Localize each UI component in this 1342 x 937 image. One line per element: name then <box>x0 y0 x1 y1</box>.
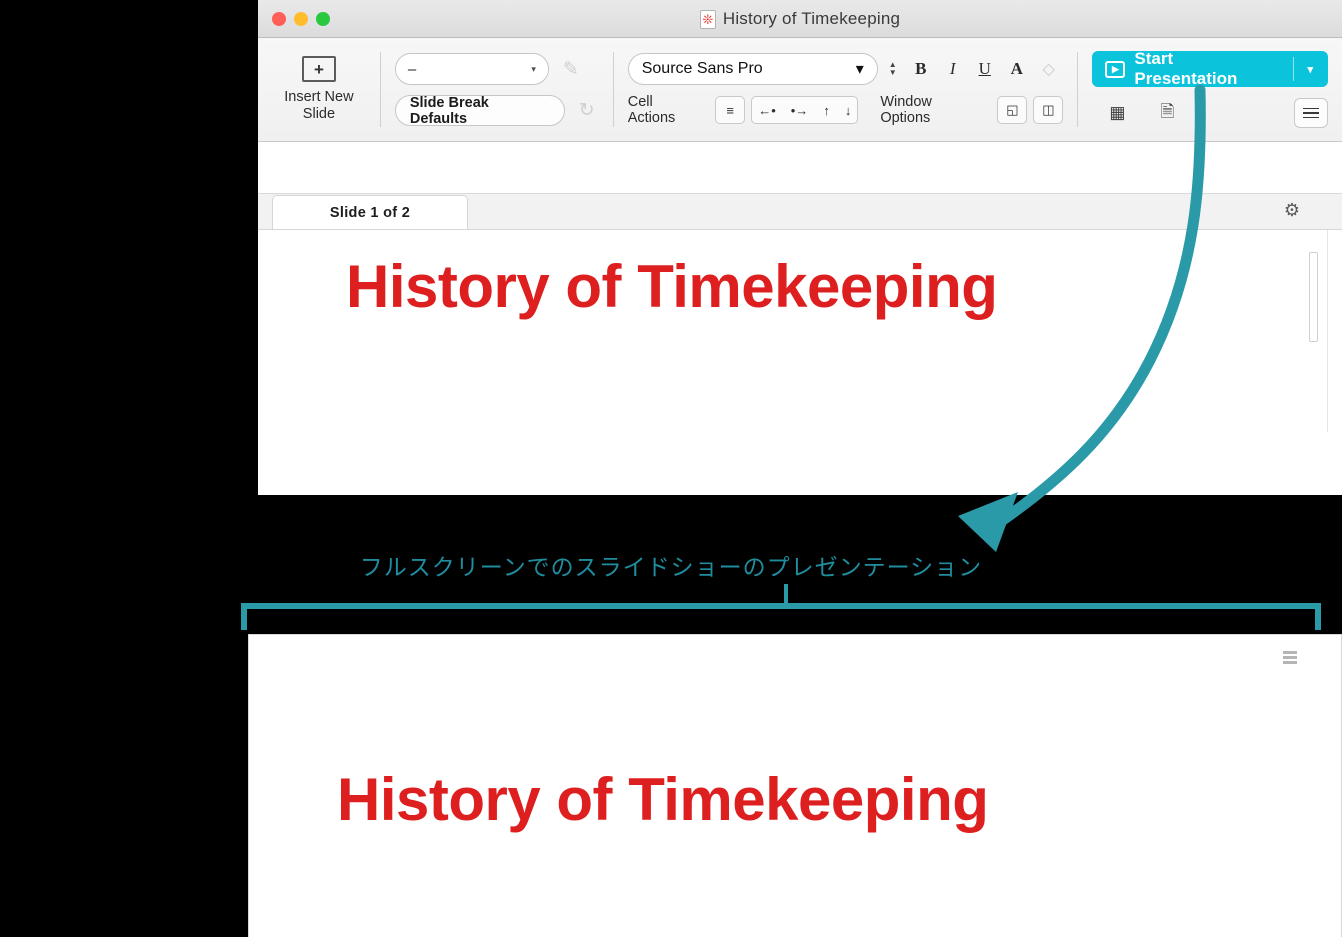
main-toolbar: + Insert New Slide – ▾ ✎ Slide Break Def… <box>258 38 1342 142</box>
slide-break-row-2: Slide Break Defaults ↻ <box>394 95 599 127</box>
canvas-scrollbar[interactable] <box>1327 230 1342 432</box>
hamburger-menu-icon[interactable] <box>1294 98 1329 128</box>
tab-slide-1[interactable]: Slide 1 of 2 <box>272 195 468 229</box>
move-up-icon[interactable]: ↑ <box>821 103 832 118</box>
fullscreen-expand-icon: ◱ <box>1006 102 1019 117</box>
move-left-icon[interactable]: ←• <box>756 103 778 118</box>
text-color-button[interactable]: A <box>1004 59 1030 79</box>
canvas-scrollbar-thumb[interactable] <box>1309 252 1318 342</box>
window-title: History of Timekeeping <box>722 9 901 28</box>
eraser-icon[interactable]: ◇ <box>1036 59 1062 79</box>
chevron-down-icon: ▾ <box>531 63 536 74</box>
document-flower-icon: ❊ <box>699 9 716 29</box>
chevron-down-icon: ▾ <box>855 61 864 78</box>
list-lines-icon[interactable] <box>1283 651 1297 664</box>
slide-break-row-1: – ▾ ✎ <box>394 53 599 85</box>
view-buttons-row: ▦ 🗎 <box>1092 98 1329 128</box>
style-pen-icon[interactable]: ✎ <box>559 60 583 79</box>
insert-new-slide-label: Insert New Slide <box>284 89 353 122</box>
formatting-group: Source Sans Pro ▾ ▲ ▼ B I U A ◇ Cell Acti… <box>614 38 1078 141</box>
move-down-icon[interactable]: ↓ <box>843 103 854 118</box>
formula-strip <box>258 142 1342 194</box>
annotation-caption: フルスクリーンでのスライドショーのプレゼンテーション <box>359 554 983 580</box>
fullscreen-expand-button[interactable]: ◱ <box>997 96 1028 124</box>
presentation-window: History of Timekeeping <box>248 634 1342 937</box>
notes-view-icon[interactable]: 🗎 <box>1142 99 1192 128</box>
underline-button[interactable]: U <box>972 59 998 79</box>
screenshot-stage: ❊ History of Timekeeping + Insert New Sl… <box>0 0 1342 937</box>
window-titlebar: ❊ History of Timekeeping <box>258 0 1342 38</box>
start-presentation-label: Start Presentation <box>1134 49 1238 88</box>
cell-actions-row: Cell Actions ≡ ←• •→ ↑ ↓ Window Options … <box>628 94 1064 126</box>
grid-view-icon[interactable]: ▦ <box>1092 103 1142 123</box>
gear-icon[interactable]: ⚙ <box>1284 200 1300 221</box>
font-size-stepper[interactable]: ▲ ▼ <box>884 61 902 77</box>
cell-actions-label: Cell Actions <box>627 94 676 126</box>
insert-new-slide-button[interactable]: + Insert New Slide <box>258 38 380 141</box>
refresh-circle-icon[interactable]: ↻ <box>575 101 599 120</box>
font-row: Source Sans Pro ▾ ▲ ▼ B I U A ◇ <box>627 53 1064 85</box>
slide-canvas[interactable]: History of Timekeeping <box>258 230 1342 432</box>
window-options-label: Window Options <box>880 94 932 126</box>
presentation-group: ▶ Start Presentation ▾ ▦ 🗎 <box>1078 38 1342 141</box>
bold-button[interactable]: B <box>908 59 934 79</box>
cell-move-group: ←• •→ ↑ ↓ <box>751 96 859 124</box>
slide-break-defaults-button[interactable]: Slide Break Defaults <box>394 95 565 127</box>
slide-break-group: – ▾ ✎ Slide Break Defaults ↻ <box>381 38 613 141</box>
start-presentation-dropdown[interactable]: ▾ <box>1294 63 1326 76</box>
split-pane-icon: ◫ <box>1042 102 1055 117</box>
editor-window: ❊ History of Timekeeping + Insert New Sl… <box>258 0 1342 495</box>
italic-button[interactable]: I <box>940 59 966 79</box>
play-icon: ▶ <box>1105 60 1126 78</box>
slide-break-dropdown[interactable]: – ▾ <box>394 53 549 85</box>
move-right-icon[interactable]: •→ <box>789 103 811 118</box>
window-title-group: ❊ History of Timekeeping <box>258 0 1342 38</box>
font-family-value: Source Sans Pro <box>641 60 763 77</box>
insert-label-line1: Insert New <box>284 89 354 106</box>
plus-in-box-icon: + <box>301 56 336 83</box>
slide-tabbar: Slide 1 of 2 ⚙ <box>258 194 1342 230</box>
split-pane-button[interactable]: ◫ <box>1033 96 1064 124</box>
presentation-slide-title: History of Timekeeping <box>337 766 989 833</box>
insert-label-line2: Slide <box>302 106 336 122</box>
slide-title-text[interactable]: History of Timekeeping <box>346 252 998 321</box>
start-presentation-button[interactable]: ▶ Start Presentation ▾ <box>1092 49 1329 88</box>
align-left-icon: ≡ <box>726 102 734 118</box>
cell-align-button[interactable]: ≡ <box>715 96 746 124</box>
annotation-bracket <box>241 584 1321 630</box>
slide-break-value: – <box>407 60 417 78</box>
font-family-dropdown[interactable]: Source Sans Pro ▾ <box>627 53 878 85</box>
